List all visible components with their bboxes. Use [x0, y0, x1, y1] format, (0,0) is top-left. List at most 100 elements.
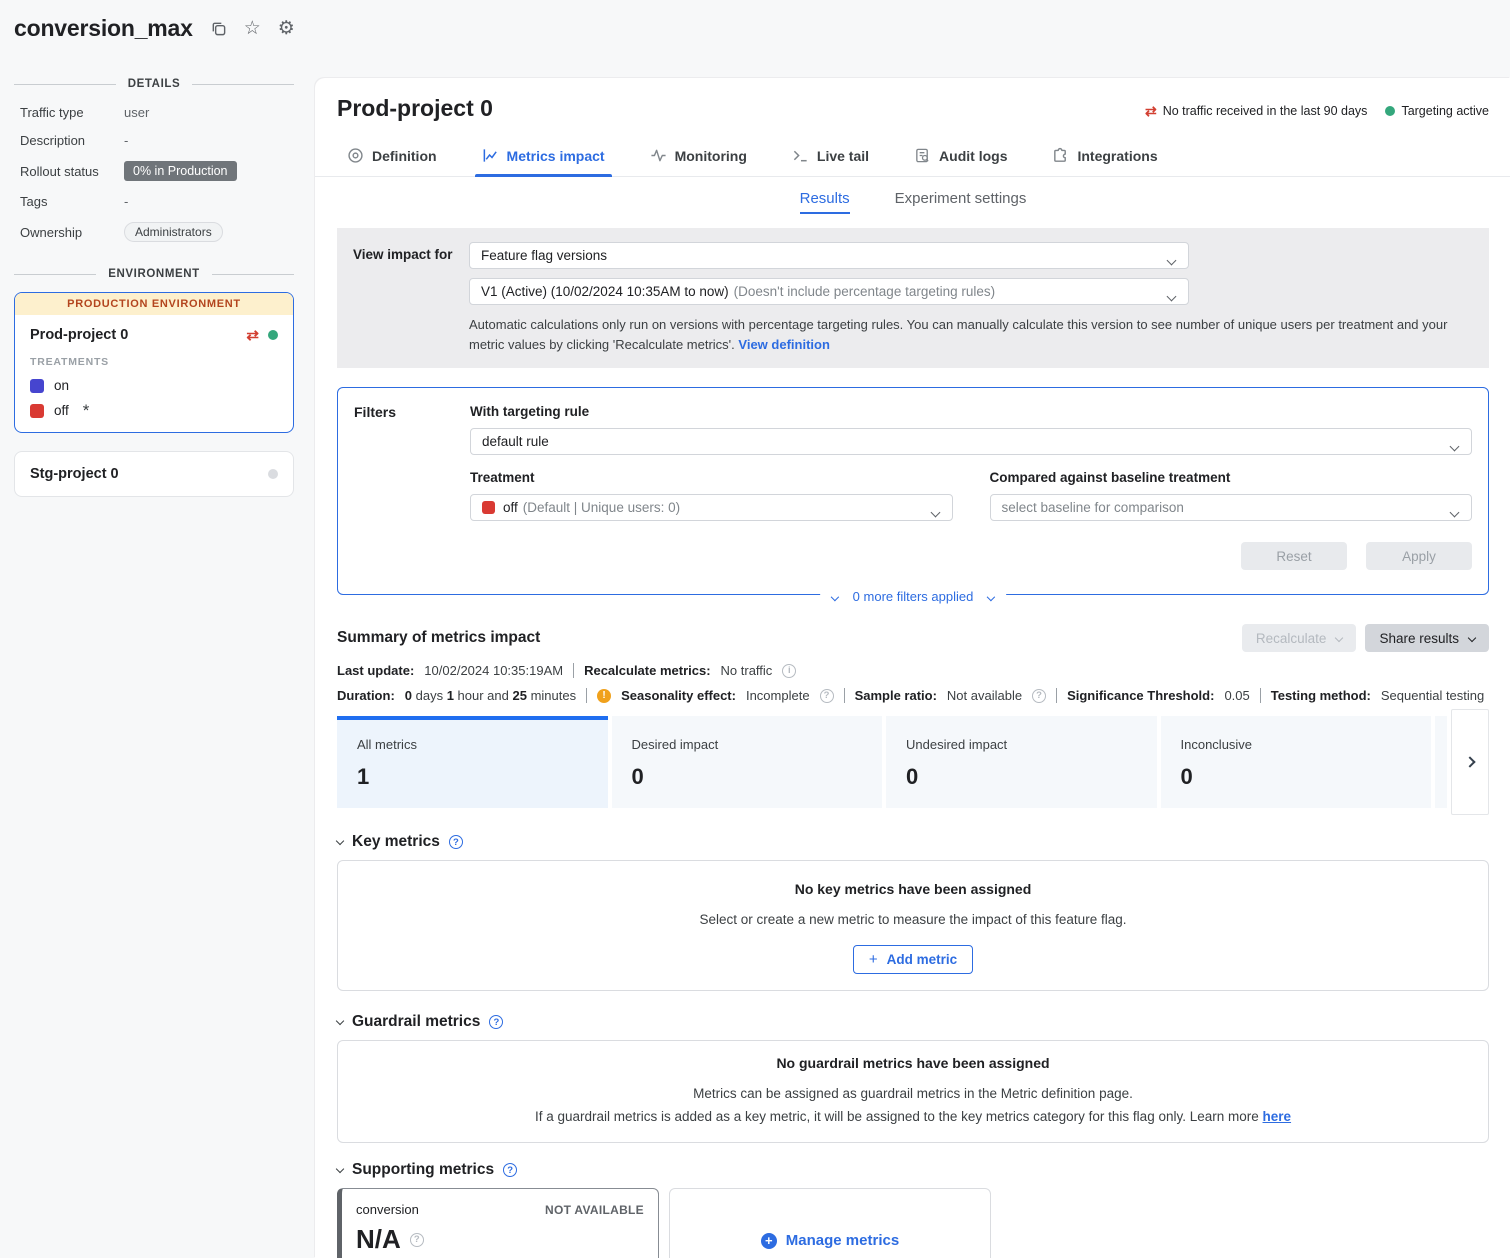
- chevron-down-icon: [932, 504, 939, 519]
- divider: [1260, 688, 1261, 703]
- version-select[interactable]: V1 (Active) (10/02/2024 10:35AM to now) …: [469, 278, 1189, 305]
- divider: [586, 688, 587, 703]
- summary-title: Summary of metrics impact: [337, 629, 540, 647]
- treatment-color-swatch: [30, 404, 44, 418]
- supporting-metrics-title: Supporting metrics: [352, 1161, 494, 1179]
- collapse-chevron-icon[interactable]: [337, 1021, 343, 1024]
- summary-card-all-metrics[interactable]: All metrics 1: [337, 716, 608, 808]
- metric-card-conversion[interactable]: conversion NOT AVAILABLE N/A ? No calcul…: [337, 1188, 659, 1258]
- recalculate-button[interactable]: Recalculate: [1242, 624, 1357, 652]
- reset-button[interactable]: Reset: [1241, 542, 1347, 570]
- environment-name: Stg-project 0: [30, 466, 119, 482]
- no-traffic-icon: ⇄: [1145, 104, 1157, 118]
- divider: [573, 663, 574, 678]
- divider: [1056, 688, 1057, 703]
- help-icon[interactable]: ?: [820, 689, 834, 703]
- details-list: Traffic type user Description - Rollout …: [20, 105, 294, 242]
- treatment-row-off: off *: [30, 403, 278, 418]
- version-type-select[interactable]: Feature flag versions: [469, 242, 1189, 269]
- chevron-right-icon: [1464, 757, 1475, 768]
- tab-bar: Definition Metrics impact Monitoring Liv…: [315, 147, 1510, 177]
- tab-live-tail[interactable]: Live tail: [792, 147, 869, 176]
- filters-panel: Filters With targeting rule default rule…: [337, 387, 1489, 595]
- detail-label: Ownership: [20, 225, 124, 240]
- key-metrics-empty-card: No key metrics have been assigned Select…: [337, 860, 1489, 991]
- audit-log-icon: [914, 147, 931, 164]
- subtab-experiment-settings[interactable]: Experiment settings: [895, 190, 1027, 214]
- impact-note: Automatic calculations only run on versi…: [469, 315, 1473, 355]
- tab-definition[interactable]: Definition: [347, 147, 437, 176]
- targeting-rule-label: With targeting rule: [470, 404, 1472, 419]
- detail-label: Traffic type: [20, 105, 124, 120]
- chevron-down-icon: [1451, 504, 1458, 519]
- environment-card-staging[interactable]: Stg-project 0: [14, 451, 294, 497]
- environment-card-production[interactable]: PRODUCTION ENVIRONMENT Prod-project 0 ⇄ …: [14, 292, 294, 433]
- help-icon[interactable]: ?: [503, 1163, 517, 1177]
- baseline-label: Compared against baseline treatment: [990, 470, 1473, 485]
- chevron-down-icon: [831, 593, 839, 601]
- treatment-label: Treatment: [470, 470, 953, 485]
- summary-card-undesired-impact[interactable]: Undesired impact 0: [886, 716, 1157, 808]
- chart-icon: [482, 147, 499, 164]
- tab-monitoring[interactable]: Monitoring: [650, 147, 747, 176]
- treatment-color-swatch: [482, 501, 495, 514]
- collapse-chevron-icon[interactable]: [337, 1169, 343, 1172]
- flag-header: conversion_max ☆ ⚙: [0, 0, 1510, 42]
- manage-metrics-card: + Manage metrics: [669, 1188, 991, 1258]
- help-icon[interactable]: ?: [489, 1015, 503, 1029]
- summary-status-line-1: Last update: 10/02/2024 10:35:19AM Recal…: [337, 663, 1489, 678]
- tab-metrics-impact[interactable]: Metrics impact: [482, 147, 605, 176]
- ownership-pill[interactable]: Administrators: [124, 222, 223, 242]
- treatment-select[interactable]: off (Default | Unique users: 0): [470, 494, 953, 521]
- treatment-color-swatch: [30, 379, 44, 393]
- guardrail-line2: If a guardrail metrics is added as a key…: [338, 1109, 1488, 1124]
- copy-icon[interactable]: [210, 20, 227, 37]
- help-icon[interactable]: ?: [1032, 689, 1046, 703]
- summary-status-line-2: Duration: 0 days 1 hour and 25 minutes !…: [337, 688, 1489, 703]
- help-icon[interactable]: ?: [449, 835, 463, 849]
- treatments-label: TREATMENTS: [30, 356, 278, 368]
- puzzle-icon: [1052, 147, 1069, 164]
- detail-value: -: [124, 194, 294, 209]
- targeting-rule-select[interactable]: default rule: [470, 428, 1472, 455]
- treatment-row-on: on: [30, 378, 278, 393]
- targeting-active-dot: [1385, 106, 1395, 116]
- details-heading: DETAILS: [14, 78, 294, 90]
- collapse-chevron-icon[interactable]: [337, 841, 343, 844]
- chevron-down-icon: [1168, 252, 1175, 267]
- add-metric-button[interactable]: + Add metric: [853, 945, 973, 974]
- rollout-status-badge: 0% in Production: [124, 161, 237, 181]
- learn-more-link[interactable]: here: [1263, 1109, 1292, 1124]
- share-results-button[interactable]: Share results: [1365, 624, 1489, 652]
- view-impact-box: View impact for Feature flag versions V1…: [337, 228, 1489, 368]
- no-traffic-status: ⇄ No traffic received in the last 90 day…: [1145, 104, 1367, 118]
- key-metrics-title: Key metrics: [352, 833, 440, 851]
- summary-card-desired-impact[interactable]: Desired impact 0: [612, 716, 883, 808]
- more-filters-toggle[interactable]: 0 more filters applied: [820, 589, 1006, 604]
- detail-value: -: [124, 133, 294, 148]
- sidebar: DETAILS Traffic type user Description - …: [0, 66, 315, 497]
- info-icon[interactable]: i: [782, 664, 796, 678]
- status-dot-active: [268, 330, 278, 340]
- summary-card-inconclusive[interactable]: Inconclusive 0: [1161, 716, 1432, 808]
- tab-audit-logs[interactable]: Audit logs: [914, 147, 1007, 176]
- environment-name: Prod-project 0: [30, 327, 128, 343]
- view-definition-link[interactable]: View definition: [738, 337, 830, 352]
- guardrail-metrics-title: Guardrail metrics: [352, 1013, 480, 1031]
- apply-button[interactable]: Apply: [1366, 542, 1472, 570]
- star-icon[interactable]: ☆: [244, 19, 261, 38]
- page-title: Prod-project 0: [337, 95, 493, 122]
- subtab-results[interactable]: Results: [800, 190, 850, 214]
- cards-next-button[interactable]: [1451, 709, 1489, 815]
- tab-integrations[interactable]: Integrations: [1052, 147, 1157, 176]
- baseline-select[interactable]: select baseline for comparison: [990, 494, 1473, 521]
- help-icon[interactable]: ?: [410, 1233, 424, 1247]
- plus-icon: +: [869, 951, 878, 968]
- main-panel: Prod-project 0 ⇄ No traffic received in …: [315, 78, 1510, 1258]
- duration-value: 0 days 1 hour and 25 minutes: [405, 688, 576, 703]
- gear-icon[interactable]: ⚙: [278, 19, 295, 38]
- manage-metrics-button[interactable]: + Manage metrics: [761, 1232, 899, 1249]
- detail-value: user: [124, 105, 294, 120]
- flag-name: conversion_max: [14, 15, 193, 42]
- pulse-icon: [650, 147, 667, 164]
